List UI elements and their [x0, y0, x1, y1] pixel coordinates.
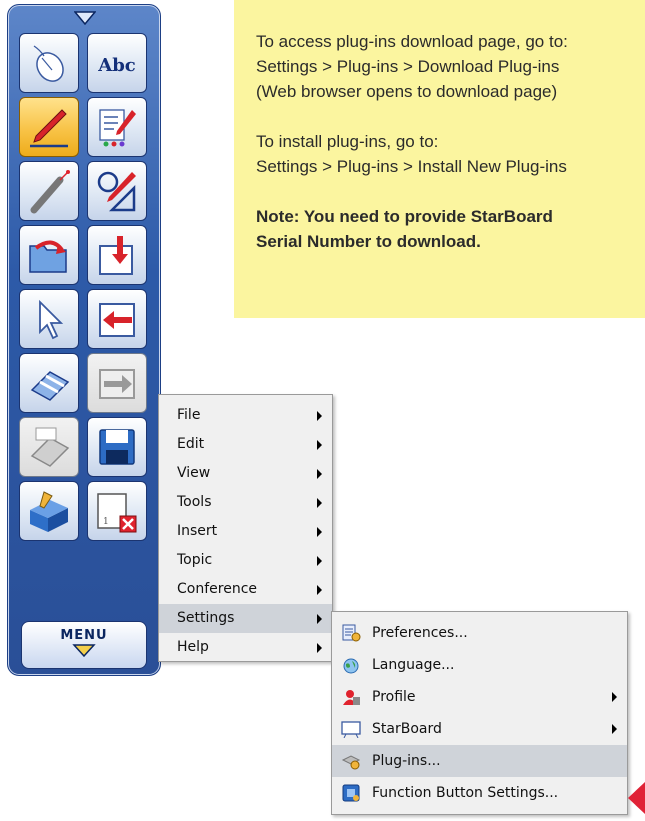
- menu-item-conference[interactable]: Conference: [159, 575, 332, 604]
- note-line-download-hint: (Web browser opens to download page): [256, 82, 558, 101]
- submenu-item-label: Function Button Settings...: [372, 785, 559, 801]
- note-line-install-intro: To install plug-ins, go to:: [256, 132, 439, 151]
- toolbox-button[interactable]: [19, 481, 79, 541]
- mouse-pointer-icon: [33, 45, 64, 82]
- preferences-icon: [342, 624, 361, 642]
- submenu-item-label: StarBoard: [372, 721, 442, 737]
- plugins-icon: [341, 755, 361, 770]
- menu-item-label: File: [177, 407, 201, 423]
- red-pointer-arrow: [628, 782, 645, 814]
- text-abc-icon: Abc: [97, 55, 136, 76]
- submenu-arrow-icon: [317, 556, 322, 566]
- menu-item-label: Insert: [177, 523, 218, 539]
- menu-item-label: Conference: [177, 581, 258, 597]
- menu-item-label: Topic: [177, 552, 213, 568]
- submenu-item-preferences[interactable]: Preferences...: [332, 617, 627, 649]
- select-button[interactable]: [19, 289, 79, 349]
- svg-text:1: 1: [103, 517, 109, 527]
- pen-settings-icon: [99, 109, 136, 147]
- menu-item-label: Tools: [177, 494, 212, 510]
- menu-item-file[interactable]: File: [159, 401, 332, 430]
- shape-pen-button[interactable]: [87, 161, 147, 221]
- mouse-tool-button[interactable]: [19, 33, 79, 93]
- menu-item-help[interactable]: Help: [159, 633, 332, 662]
- function-button-icon: [342, 784, 360, 802]
- pen-settings-button[interactable]: [87, 97, 147, 157]
- menu-button[interactable]: MENU: [21, 621, 147, 669]
- next-page-button[interactable]: [87, 353, 147, 413]
- submenu-item-profile[interactable]: Profile: [332, 681, 627, 713]
- menu-item-label: View: [177, 465, 211, 481]
- submenu-arrow-icon: [612, 692, 617, 702]
- menu-item-tools[interactable]: Tools: [159, 488, 332, 517]
- next-page-icon: [99, 369, 135, 399]
- insert-page-button[interactable]: [87, 225, 147, 285]
- main-menu: File Edit View Tools Insert Topic Confer…: [158, 394, 333, 662]
- menu-button-label: MENU: [60, 628, 108, 643]
- submenu-item-plugins[interactable]: Plug-ins...: [332, 745, 627, 777]
- submenu-item-language[interactable]: Language...: [332, 649, 627, 681]
- settings-submenu: Preferences... Language... Profile StarB…: [331, 611, 628, 815]
- pen-icon: [30, 109, 68, 148]
- open-file-button[interactable]: [19, 225, 79, 285]
- shape-pen-icon: [97, 171, 136, 212]
- laser-pointer-button[interactable]: [19, 161, 79, 221]
- clear-button[interactable]: [19, 417, 79, 477]
- submenu-arrow-icon: [317, 498, 322, 508]
- menu-item-label: Help: [177, 639, 209, 655]
- profile-icon: [343, 690, 360, 705]
- starboard-icon: [341, 721, 361, 738]
- clear-eraser-icon: [30, 427, 70, 467]
- instruction-note: To access plug-ins download page, go to:…: [234, 0, 645, 318]
- page-back-icon: [99, 303, 135, 337]
- laser-pointer-icon: [30, 170, 70, 214]
- menu-item-insert[interactable]: Insert: [159, 517, 332, 546]
- toolbox-icon: [30, 491, 68, 532]
- submenu-arrow-icon: [317, 643, 322, 653]
- starboard-toolbar: Abc 1 MENU: [7, 4, 161, 676]
- submenu-arrow-icon: [612, 724, 617, 734]
- submenu-arrow-icon: [317, 614, 322, 624]
- eraser-icon: [30, 371, 70, 401]
- submenu-arrow-icon: [317, 411, 322, 421]
- submenu-item-starboard[interactable]: StarBoard: [332, 713, 627, 745]
- page-in-icon: [99, 236, 133, 275]
- submenu-arrow-icon: [317, 585, 322, 595]
- note-line-serial-1: Note: You need to provide StarBoard: [256, 207, 553, 226]
- note-line-download-intro: To access plug-ins download page, go to:: [256, 32, 568, 51]
- menu-item-edit[interactable]: Edit: [159, 430, 332, 459]
- submenu-item-label: Preferences...: [372, 625, 468, 641]
- submenu-item-function-button-settings[interactable]: Function Button Settings...: [332, 777, 627, 809]
- open-folder-icon: [29, 240, 67, 273]
- menu-item-topic[interactable]: Topic: [159, 546, 332, 575]
- submenu-arrow-icon: [317, 440, 322, 450]
- language-icon: [343, 658, 359, 674]
- text-tool-button[interactable]: Abc: [87, 33, 147, 93]
- menu-item-view[interactable]: View: [159, 459, 332, 488]
- close-board-icon: 1: [97, 493, 137, 533]
- menu-item-label: Settings: [177, 610, 235, 626]
- submenu-arrow-icon: [317, 469, 322, 479]
- collapse-arrow-icon[interactable]: [74, 11, 96, 25]
- svg-text:Abc: Abc: [97, 55, 136, 76]
- note-line-download-path: Settings > Plug-ins > Download Plug-ins: [256, 57, 560, 76]
- previous-page-button[interactable]: [87, 289, 147, 349]
- note-line-serial-2: Serial Number to download.: [256, 232, 481, 251]
- menu-item-label: Edit: [177, 436, 205, 452]
- close-board-button[interactable]: 1: [87, 481, 147, 541]
- save-button[interactable]: [87, 417, 147, 477]
- menu-down-arrow-icon: [72, 644, 96, 657]
- menu-item-settings[interactable]: Settings: [159, 604, 332, 633]
- submenu-item-label: Language...: [372, 657, 455, 673]
- note-line-install-path: Settings > Plug-ins > Install New Plug-i…: [256, 157, 567, 176]
- select-arrow-icon: [39, 299, 64, 340]
- submenu-item-label: Profile: [372, 689, 416, 705]
- eraser-button[interactable]: [19, 353, 79, 413]
- pen-tool-button[interactable]: [19, 97, 79, 157]
- submenu-arrow-icon: [317, 527, 322, 537]
- submenu-item-label: Plug-ins...: [372, 753, 441, 769]
- save-icon: [99, 429, 135, 465]
